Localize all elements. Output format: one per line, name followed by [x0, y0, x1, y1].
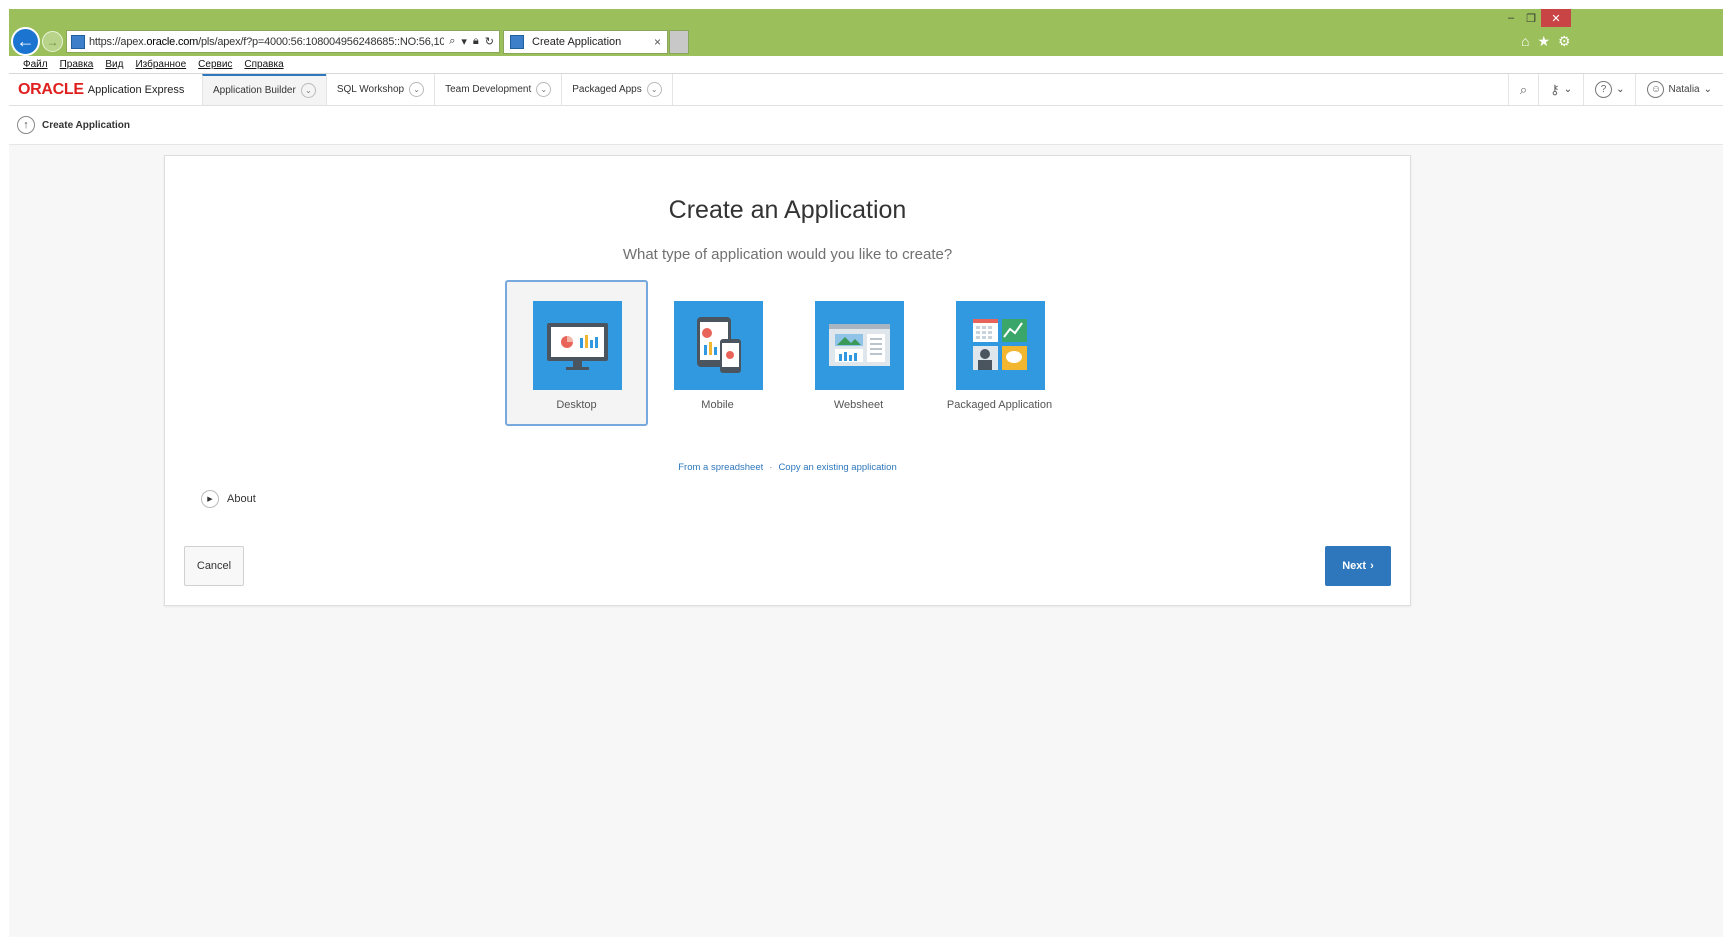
tab-packaged-apps[interactable]: Packaged Apps ⌄ — [561, 74, 673, 105]
menu-item-favorites[interactable]: Избранное — [135, 59, 186, 70]
close-tab-icon[interactable]: × — [654, 35, 661, 49]
minimize-button[interactable]: – — [1503, 9, 1519, 27]
apex-favicon-icon — [510, 35, 524, 49]
tab-team-development[interactable]: Team Development ⌄ — [434, 74, 561, 105]
link-copy-existing-application[interactable]: Copy an existing application — [778, 462, 896, 473]
link-separator: · — [769, 462, 773, 473]
tab-application-builder[interactable]: Application Builder ⌄ — [202, 74, 326, 105]
new-tab-button[interactable] — [669, 30, 689, 54]
chevron-down-icon[interactable]: ⌄ — [646, 82, 662, 97]
packaged-application-icon — [956, 301, 1045, 390]
browser-tab[interactable]: Create Application × — [503, 30, 668, 54]
browser-window: – ❐ ✕ ← → https://apex.oracle.com/pls/ap… — [9, 9, 1723, 937]
chevron-down-icon: ⌄ — [1563, 84, 1573, 95]
help-icon: ? — [1595, 81, 1613, 98]
menu-bar: Файл Правка Вид Избранное Сервис Справка — [9, 56, 1723, 73]
expand-triangle-icon[interactable]: ▶ — [201, 490, 219, 508]
apex-brand[interactable]: ORACLE Application Express — [9, 74, 202, 105]
tab-title: Create Application — [532, 36, 622, 48]
wizard-region: Create an Application What type of appli… — [164, 155, 1411, 606]
user-menu[interactable]: ☺ Natalia ⌄ — [1635, 74, 1723, 105]
choice-mobile[interactable]: Mobile — [646, 280, 789, 426]
menu-item-edit[interactable]: Правка — [60, 59, 94, 70]
choice-websheet[interactable]: Websheet — [787, 280, 930, 426]
application-type-choices: Desktop Mobile Websheet Packaged Applica… — [505, 280, 1075, 426]
cancel-button[interactable]: Cancel — [184, 546, 244, 586]
restore-button[interactable]: ❐ — [1523, 9, 1539, 27]
alternate-create-links: From a spreadsheet · Copy an existing appl… — [165, 462, 1410, 473]
apex-favicon-icon — [71, 34, 85, 49]
next-label: Next — [1342, 560, 1367, 572]
desktop-icon — [533, 301, 622, 390]
help-menu[interactable]: ? ⌄ — [1583, 74, 1635, 105]
address-bar[interactable]: https://apex.oracle.com/pls/apex/f?p=400… — [66, 30, 500, 53]
apex-header: ORACLE Application Express Application B… — [9, 73, 1723, 106]
back-button[interactable]: ← — [11, 27, 40, 56]
oracle-logo: ORACLE — [18, 80, 84, 98]
wizard-title: Create an Application — [668, 196, 907, 224]
refresh-icon[interactable]: ↻ — [485, 35, 494, 48]
chevron-down-icon[interactable]: ⌄ — [536, 82, 552, 97]
administration-menu[interactable]: ⚷ ⌄ — [1538, 74, 1583, 105]
choice-label: Desktop — [556, 399, 597, 411]
arrow-left-icon: ← — [16, 31, 35, 51]
dropdown-icon[interactable]: ▾ — [461, 35, 467, 48]
menu-item-help[interactable]: Справка — [244, 59, 283, 70]
lock-icon[interactable]: 🔒︎ — [473, 35, 479, 48]
page-title: Create Application — [42, 119, 130, 131]
menu-item-file[interactable]: Файл — [23, 59, 48, 70]
menu-item-view[interactable]: Вид — [105, 59, 123, 70]
about-label: About — [227, 493, 256, 505]
websheet-icon — [815, 301, 904, 390]
about-region-toggle[interactable]: ▶ About — [201, 490, 256, 508]
mobile-icon — [674, 301, 763, 390]
user-name: Natalia — [1668, 84, 1700, 95]
user-icon: ☺ — [1647, 81, 1665, 98]
chevron-down-icon: ⌄ — [1616, 84, 1625, 95]
link-from-spreadsheet[interactable]: From a spreadsheet — [678, 462, 763, 473]
chevron-down-icon[interactable]: ⌄ — [409, 82, 425, 97]
choice-label: Packaged Application — [946, 399, 1053, 411]
next-button[interactable]: Next › — [1325, 546, 1391, 586]
breadcrumb: ↑ Create Application — [9, 106, 1723, 145]
choice-packaged-application[interactable]: Packaged Application — [928, 280, 1071, 426]
choice-label: Mobile — [701, 399, 734, 411]
product-name: Application Express — [87, 83, 185, 96]
choice-label: Websheet — [833, 399, 884, 411]
browser-titlebar: – ❐ ✕ ← → https://apex.oracle.com/pls/ap… — [9, 9, 1723, 56]
arrow-up-icon[interactable]: ↑ — [17, 116, 35, 134]
home-icon[interactable]: ⌂ — [1521, 33, 1529, 50]
chevron-down-icon: ⌄ — [1703, 84, 1712, 95]
wizard-subtitle: What type of application would you like … — [622, 246, 953, 263]
forward-button[interactable]: → — [42, 31, 63, 52]
chevron-down-icon[interactable]: ⌄ — [300, 83, 316, 98]
search-icon[interactable]: ⌕ — [449, 35, 455, 48]
tab-sql-workshop[interactable]: SQL Workshop ⌄ — [325, 74, 434, 105]
url-text[interactable]: https://apex.oracle.com/pls/apex/f?p=400… — [89, 36, 444, 48]
search-icon: ⌕ — [1519, 81, 1528, 97]
search-button[interactable]: ⌕ — [1507, 74, 1538, 105]
close-window-button[interactable]: ✕ — [1541, 9, 1571, 27]
star-icon[interactable]: ★ — [1537, 33, 1550, 50]
choice-desktop[interactable]: Desktop — [505, 280, 648, 426]
gear-icon[interactable]: ⚙ — [1558, 33, 1571, 50]
arrow-right-icon: → — [46, 34, 59, 49]
menu-item-tools[interactable]: Сервис — [198, 59, 232, 70]
user-key-icon: ⚷ — [1550, 81, 1560, 97]
chevron-right-icon: › — [1370, 560, 1374, 572]
